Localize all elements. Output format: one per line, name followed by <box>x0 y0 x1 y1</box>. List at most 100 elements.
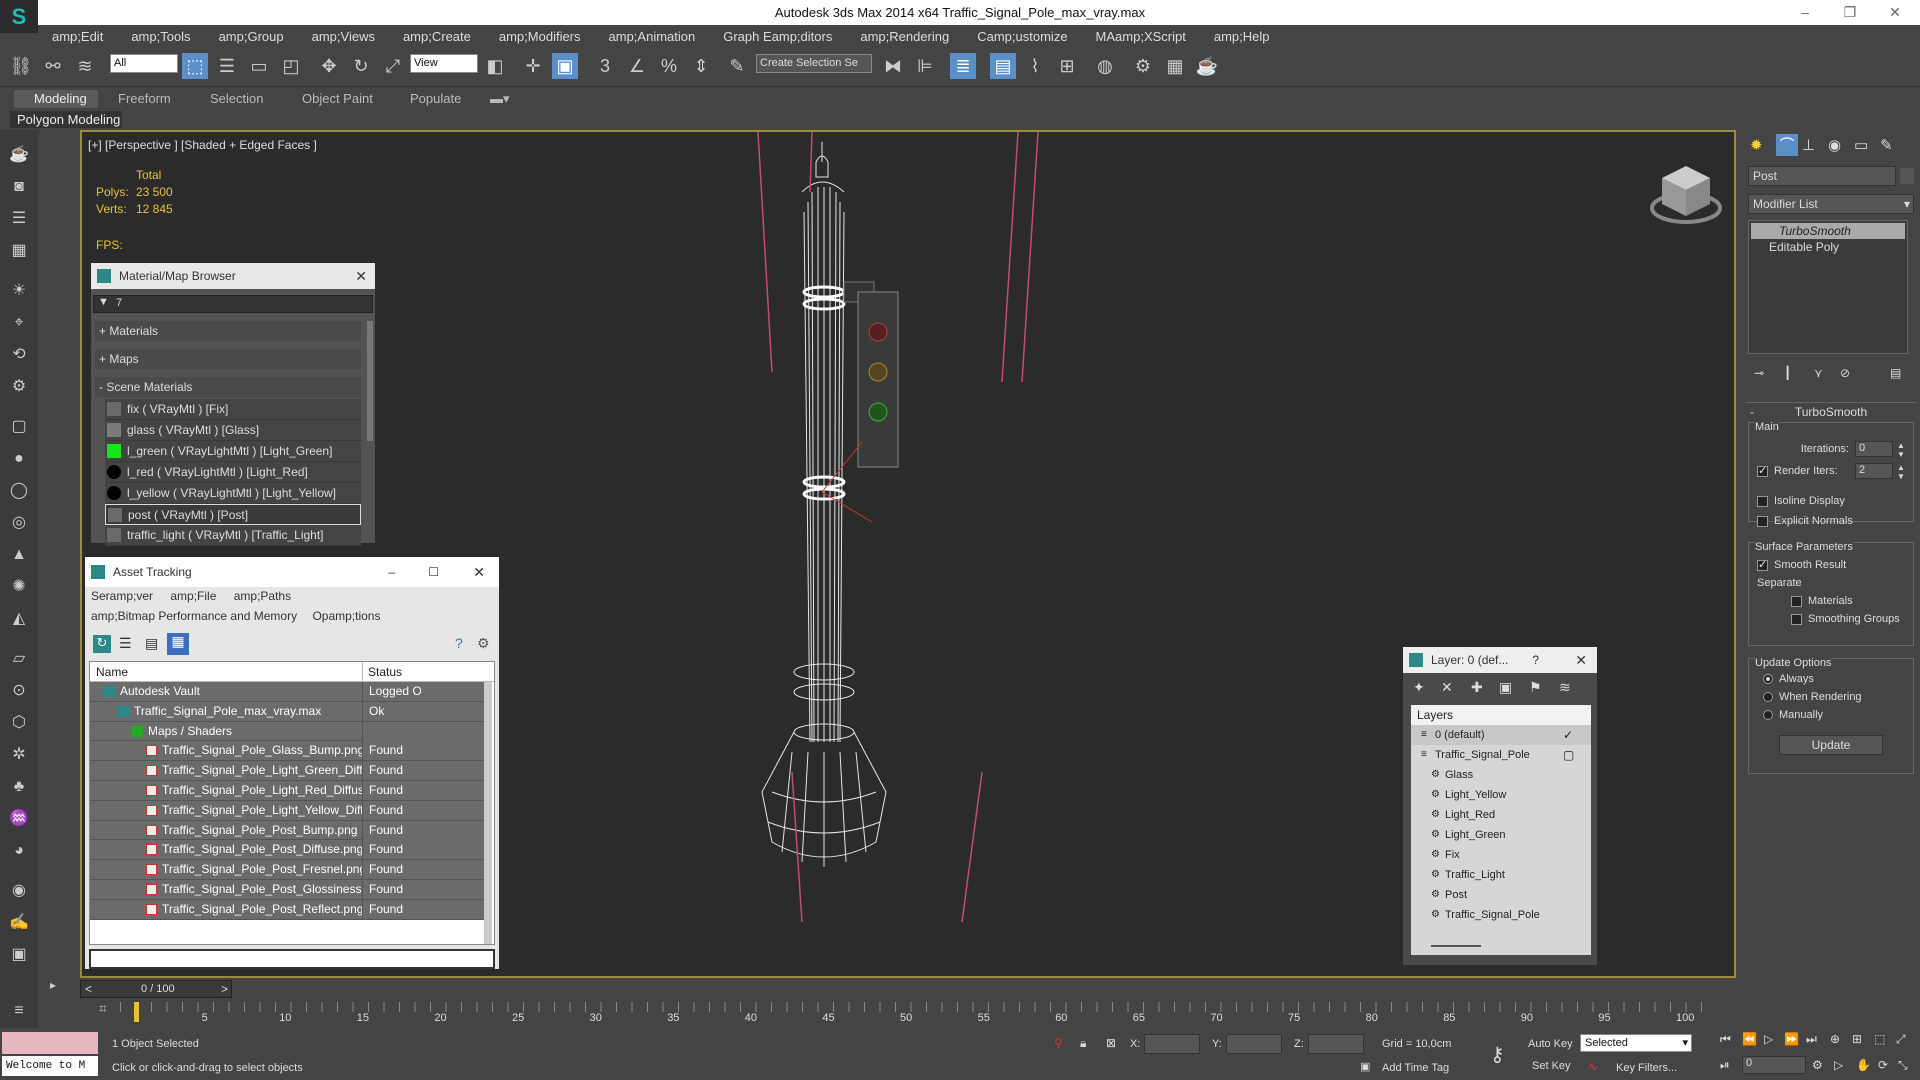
asset-row[interactable]: Traffic_Signal_Pole_Post_Reflect.png Foun… <box>90 899 484 920</box>
table-view-icon[interactable]: ▦ <box>167 633 189 655</box>
material-item[interactable]: l_red ( VRayLightMtl ) [Light_Red] <box>105 462 361 483</box>
script-icon[interactable]: ✍ <box>8 912 30 934</box>
spinner-snap-icon[interactable]: ⇕ <box>688 53 714 79</box>
remove-modifier-icon[interactable]: ⊘ <box>1840 366 1850 380</box>
menu-create[interactable]: amp;Create <box>389 29 485 44</box>
app-logo-icon[interactable]: S <box>0 0 38 33</box>
key-filters-button[interactable]: Key Filters... <box>1616 1062 1677 1074</box>
make-unique-icon[interactable]: ⋎ <box>1814 366 1823 380</box>
menu-views[interactable]: amp;Views <box>298 29 389 44</box>
rect-selection-icon[interactable]: ▭ <box>246 53 272 79</box>
material-item[interactable]: glass ( VRayMtl ) [Glass] <box>105 420 361 441</box>
geosphere-icon[interactable]: ◯ <box>8 480 30 502</box>
material-editor-icon[interactable]: ◍ <box>1092 53 1118 79</box>
z-coordinate-field[interactable] <box>1308 1034 1364 1054</box>
layer-current-toggle[interactable]: ▢ <box>1563 745 1574 765</box>
ribbon-options-icon[interactable]: ▬▾ <box>490 91 510 107</box>
go-to-end-icon[interactable]: ⏭ <box>1806 1032 1817 1047</box>
lock-selection-icon[interactable]: 🔒︎ <box>1080 1036 1086 1051</box>
render-small-icon[interactable]: ▣ <box>8 944 30 966</box>
snaps-toggle-icon[interactable]: 3 <box>592 53 618 79</box>
time-slider[interactable]: < 0 / 100 > <box>80 980 232 998</box>
bind-spacewarp-icon[interactable]: ≋ <box>72 53 98 79</box>
material-list-scrollbar[interactable] <box>367 321 373 441</box>
iterations-spinner-arrows[interactable]: ▲ ▼ <box>1897 441 1905 459</box>
manually-radio[interactable]: Manually <box>1763 709 1823 721</box>
cone-icon[interactable]: ▲ <box>8 544 30 566</box>
tree-view-icon[interactable]: ▤ <box>145 635 158 652</box>
delete-layer-icon[interactable]: ✕ <box>1441 679 1453 696</box>
close-button[interactable]: ✕ <box>1880 2 1910 22</box>
tab-selection[interactable]: Selection <box>210 91 263 106</box>
mini-curve-editor-icon[interactable]: ⌗ <box>92 1000 114 1022</box>
layer-row[interactable]: ⚙ Traffic_Signal_Pole <box>1411 905 1591 925</box>
grid-icon[interactable]: ▦ <box>8 240 30 262</box>
layer-manager-icon[interactable]: ≣ <box>950 53 976 79</box>
create-tab-icon[interactable]: ✹ <box>1750 136 1763 154</box>
asset-row[interactable]: Traffic_Signal_Pole_Post_Diffuse.png Foun… <box>90 840 484 861</box>
set-key-button[interactable]: Set Key <box>1532 1060 1571 1072</box>
menu-graph-editors[interactable]: Graph Eamp;ditors <box>709 29 846 44</box>
sphere-icon[interactable]: ● <box>8 448 30 470</box>
edit-named-sets-icon[interactable]: ✎ <box>724 53 750 79</box>
rotate-icon[interactable]: ↻ <box>348 53 374 79</box>
asset-menu-options[interactable]: Opamp;tions <box>312 609 380 623</box>
column-status[interactable]: Status <box>368 665 402 679</box>
percent-snap-icon[interactable]: % <box>656 53 682 79</box>
angle-snap-icon[interactable]: ∠ <box>624 53 650 79</box>
move-icon[interactable]: ✥ <box>316 53 342 79</box>
asset-menu-bitmap[interactable]: amp;Bitmap Performance and Memory <box>91 609 297 623</box>
expand-arrow-icon[interactable]: ▸ <box>0 978 56 1016</box>
globe-icon[interactable]: ◉ <box>8 880 30 902</box>
helper-icon[interactable]: ⌖ <box>8 312 30 334</box>
maxscript-listener[interactable] <box>2 1032 98 1054</box>
render-setup-icon[interactable]: ⚙ <box>1130 53 1156 79</box>
stack-item-turbosmooth[interactable]: TurboSmooth <box>1751 223 1905 239</box>
menu-animation[interactable]: amp;Animation <box>595 29 710 44</box>
viewport-toggle-icon[interactable]: ⤡ <box>1898 1058 1908 1073</box>
hide-all-icon[interactable]: ≋ <box>1559 679 1571 696</box>
asset-row[interactable]: Traffic_Signal_Pole_Light_Red_Diffuse.pn… <box>90 780 484 801</box>
object-color-swatch[interactable] <box>1900 168 1914 184</box>
layer-row[interactable]: ≡ Traffic_Signal_Pole ▢ <box>1411 745 1591 765</box>
select-object-icon[interactable]: ⬚ <box>182 53 208 79</box>
when-rendering-radio[interactable]: When Rendering <box>1763 691 1862 703</box>
system-icon[interactable]: ⚙ <box>8 376 30 398</box>
smooth-result-checkbox[interactable]: Smooth Result <box>1757 558 1846 571</box>
menu-modifiers[interactable]: amp;Modifiers <box>485 29 595 44</box>
list-icon[interactable]: ☰ <box>8 208 30 230</box>
explicit-normals-checkbox[interactable]: Explicit Normals <box>1757 515 1853 527</box>
light-icon[interactable]: ☀ <box>8 280 30 302</box>
asset-row[interactable]: Traffic_Signal_Pole_max_vray.max Ok <box>90 701 484 722</box>
select-by-name-icon[interactable]: ☰ <box>214 53 240 79</box>
menu-customize[interactable]: Camp;ustomize <box>963 29 1081 44</box>
asset-menu-server[interactable]: Seramp;ver <box>91 589 153 603</box>
asset-row[interactable]: Traffic_Signal_Pole_Post_Fresnel.png Foun… <box>90 860 484 880</box>
maximize-viewport-icon[interactable]: ⤢ <box>1896 1032 1906 1047</box>
pivot-icon[interactable]: ◧ <box>482 53 508 79</box>
asset-row[interactable]: Traffic_Signal_Pole_Light_Yellow_Diffuse… <box>90 800 484 821</box>
asset-row[interactable]: Traffic_Signal_Pole_Post_Bump.png Found <box>90 820 484 841</box>
smoothing-groups-checkbox[interactable]: Smoothing Groups <box>1791 613 1900 625</box>
minimize-icon[interactable]: – <box>388 557 395 587</box>
always-radio[interactable]: Always <box>1763 673 1814 685</box>
mirror-icon[interactable]: ⧓ <box>880 53 906 79</box>
named-selection-dropdown[interactable]: Create Selection Se <box>756 54 872 73</box>
render-iters-checkbox[interactable]: Render Iters: <box>1757 464 1838 477</box>
orbit-icon[interactable]: ⟳ <box>1878 1058 1888 1072</box>
turbosmooth-rollout-header[interactable]: TurboSmooth - <box>1746 402 1916 420</box>
layer-row[interactable]: ⚙ Post <box>1411 885 1591 905</box>
timeline-ruler[interactable]: 5 10 15 20 25 30 35 40 45 50 55 60 65 70 75 80 85 90 95 100 <box>80 1002 1736 1026</box>
sun-icon[interactable]: ✺ <box>8 576 30 598</box>
curve-editor-icon[interactable]: ⌇ <box>1022 53 1048 79</box>
current-layer-check-icon[interactable]: ✓ <box>1563 725 1573 745</box>
group-maps[interactable]: + Maps <box>95 349 361 369</box>
tab-modeling[interactable]: Modeling <box>34 91 87 106</box>
render-icon[interactable]: ☕ <box>1194 53 1220 79</box>
layer-row[interactable]: ≡ 0 (default) ✓ <box>1411 725 1591 745</box>
torus-icon[interactable]: ◎ <box>8 512 30 534</box>
teapot2-icon[interactable]: ◕ <box>8 840 30 862</box>
next-key-icon[interactable]: ⏩ <box>1784 1032 1799 1046</box>
selection-filter-dropdown[interactable]: All <box>110 54 178 73</box>
unlink-icon[interactable]: ⚯ <box>40 53 66 79</box>
